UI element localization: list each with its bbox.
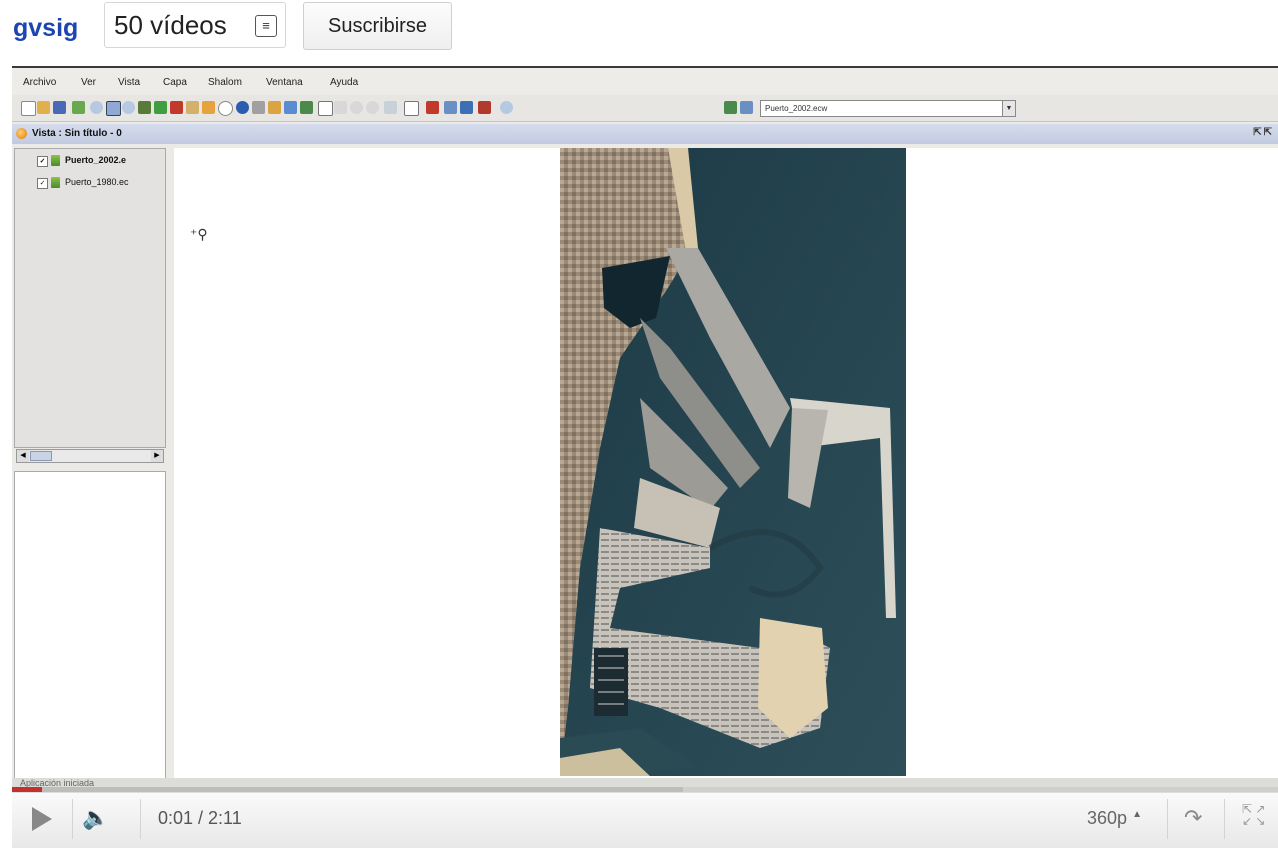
raster-icon[interactable]	[404, 101, 419, 116]
gvsig-application: Archivo Ver Vista Capa Shalom Ventana Ay…	[12, 66, 1278, 790]
divider	[72, 799, 73, 839]
table-of-contents: ✓ Puerto_2002.e ✓ Puerto_1980.ec	[14, 148, 166, 448]
zoom-layer-icon[interactable]	[154, 101, 167, 114]
quality-label: 360p	[1087, 808, 1128, 828]
play-icon[interactable]	[32, 807, 52, 831]
map-canvas[interactable]: ⁺⚲	[174, 148, 1278, 778]
toc-horizontal-scrollbar[interactable]: ◀ ▶	[16, 449, 164, 463]
menu-vista[interactable]: Vista	[118, 77, 140, 88]
zoom-pixel-icon[interactable]	[460, 101, 473, 114]
table-icon[interactable]	[384, 101, 397, 114]
raster-layer-icon	[51, 177, 60, 188]
scroll-thumb[interactable]	[30, 451, 52, 461]
chevron-up-icon: ▲	[1132, 809, 1142, 820]
select-polygon-icon[interactable]	[350, 101, 363, 114]
new-document-icon[interactable]	[21, 101, 36, 116]
quality-button[interactable]: 360p ▲	[1087, 808, 1142, 829]
add-layer-icon[interactable]	[72, 101, 85, 114]
scroll-left-icon[interactable]: ◀	[17, 450, 29, 462]
divider	[140, 799, 141, 839]
full-extent-icon[interactable]	[138, 101, 151, 114]
player-controls: 🔈 0:01 / 2:11 360p ▲ ↷ ⇱ ↗ ↙ ↘	[12, 792, 1278, 848]
satellite-image	[560, 148, 906, 776]
zoom-window-icon[interactable]	[106, 101, 121, 116]
layer-name: Puerto_1980.ec	[65, 177, 129, 187]
subscribe-button[interactable]: Suscribirse	[303, 2, 452, 50]
edit-tool-icon[interactable]	[426, 101, 439, 114]
active-layer-select[interactable]: Puerto_2002.ecw ▼	[760, 100, 1016, 117]
video-count-dropdown[interactable]: 50 vídeos ≡	[104, 2, 286, 48]
active-layer-value: Puerto_2002.ecw	[765, 104, 828, 113]
layer-visibility-checkbox[interactable]: ✓	[37, 156, 48, 167]
chevron-down-icon: ▼	[1002, 100, 1016, 117]
print-icon[interactable]	[444, 101, 457, 114]
menu-archivo[interactable]: Archivo	[23, 77, 56, 88]
locator-icon[interactable]	[300, 101, 313, 114]
select-icon[interactable]	[284, 101, 297, 114]
channel-bar: gvsig 50 vídeos ≡ Suscribirse	[0, 0, 1278, 62]
divider	[1224, 799, 1225, 839]
select-circle-icon[interactable]	[366, 101, 379, 114]
layer-props-icon[interactable]	[724, 101, 737, 114]
view-title: Vista : Sin título - 0	[32, 128, 122, 139]
measure-distance-icon[interactable]	[252, 101, 265, 114]
layer-name: Puerto_2002.e	[65, 155, 127, 165]
menu-capa[interactable]: Capa	[163, 77, 187, 88]
save-icon[interactable]	[53, 101, 66, 114]
layout-icon[interactable]	[478, 101, 491, 114]
time-display: 0:01 / 2:11	[158, 808, 242, 828]
locator-map[interactable]	[14, 471, 166, 781]
pan-icon[interactable]	[202, 101, 215, 114]
scroll-right-icon[interactable]: ▶	[151, 450, 163, 462]
volume-icon[interactable]: 🔈	[82, 805, 109, 831]
fullscreen-icon[interactable]: ⇱ ↗ ↙ ↘	[1242, 803, 1265, 827]
measure-area-icon[interactable]	[268, 101, 281, 114]
zoom-in-cursor-icon: ⁺⚲	[190, 226, 208, 242]
zoom-back-icon[interactable]	[186, 101, 199, 114]
chevron-down-icon: ≡	[255, 15, 277, 37]
port-aerial-photo	[560, 148, 906, 776]
window-buttons[interactable]: ⇱⇱	[1253, 127, 1274, 138]
zoom-out-icon[interactable]	[122, 101, 135, 114]
open-folder-icon[interactable]	[37, 101, 50, 114]
menu-ver[interactable]: Ver	[81, 77, 96, 88]
view-window-titlebar[interactable]: Vista : Sin título - 0 ⇱⇱	[12, 124, 1278, 144]
toolbar	[12, 95, 1278, 122]
menu-shalom[interactable]: Shalom	[208, 77, 242, 88]
hand-icon[interactable]	[218, 101, 233, 116]
zoom-in-icon[interactable]	[90, 101, 103, 114]
video-count-label: 50 vídeos	[114, 10, 227, 40]
menu-ventana[interactable]: Ventana	[266, 77, 303, 88]
divider	[1167, 799, 1168, 839]
select-point-icon[interactable]	[334, 101, 347, 114]
channel-name-link[interactable]: gvsig	[13, 14, 78, 43]
popout-icon[interactable]: ↷	[1184, 805, 1202, 831]
zoom-1-1-icon[interactable]	[500, 101, 513, 114]
raster-layer-icon	[51, 155, 60, 166]
menu-ayuda[interactable]: Ayuda	[330, 77, 358, 88]
menu-bar: Archivo Ver Vista Capa Shalom Ventana Ay…	[12, 68, 1278, 94]
layer-visibility-checkbox[interactable]: ✓	[37, 178, 48, 189]
zoom-select-icon[interactable]	[170, 101, 183, 114]
select-rect-icon[interactable]	[318, 101, 333, 116]
view-icon	[16, 128, 27, 139]
info-icon[interactable]	[236, 101, 249, 114]
raster-props-icon[interactable]	[740, 101, 753, 114]
